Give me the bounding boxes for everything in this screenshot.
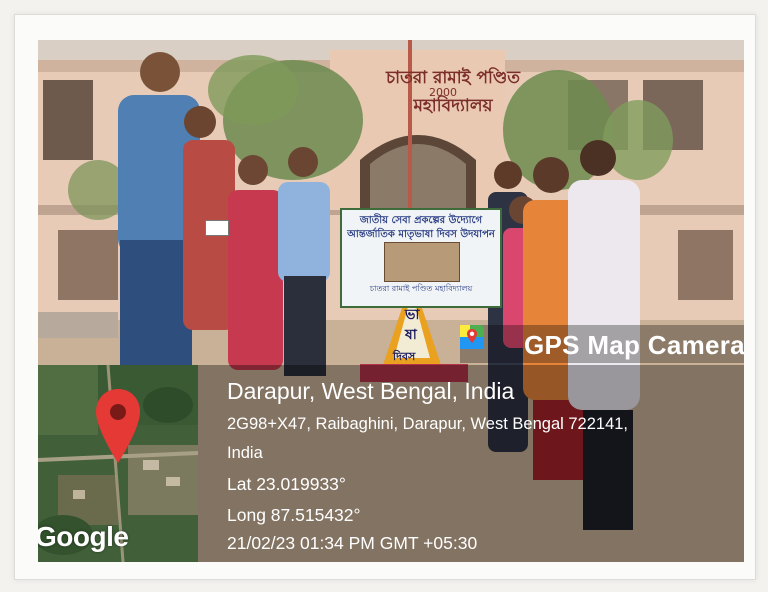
location-title: Darapur, West Bengal, India — [227, 378, 515, 404]
longitude-text: Long 87.515432° — [227, 505, 361, 525]
building-year-text: 2000 — [429, 86, 457, 99]
photo: চাতরা রামাই পণ্ডিত মহাবিদ্যালয় 2000 জাত… — [38, 40, 744, 562]
banner-picture — [384, 242, 460, 282]
app-badge-label: GPS Map Camera — [524, 330, 744, 360]
address-line-1: 2G98+X47, Raibaghini, Darapur, West Beng… — [227, 415, 629, 433]
google-logo: Google — [38, 521, 129, 552]
map-pin-icon — [460, 325, 484, 349]
banner-footer: চাতরা রামাই পণ্ডিত মহাবিদ্যালয় — [369, 284, 473, 293]
location-info-panel: Darapur, West Bengal, India 2G98+X47, Ra… — [198, 365, 744, 562]
datetime-text: 21/02/23 01:34 PM GMT +05:30 — [227, 533, 478, 553]
latitude-text: Lat 23.019933° — [227, 474, 346, 494]
map-thumbnail: Google — [38, 365, 198, 562]
address-line-2: India — [227, 444, 263, 462]
gps-map-camera-badge: GPS Map Camera — [460, 325, 744, 363]
altar-letter-2: ষা — [405, 327, 417, 343]
location-marker-icon — [96, 389, 140, 463]
event-banner: জাতীয় সেবা প্রকল্পের উদ্যোগে আন্তর্জাতি… — [340, 208, 502, 308]
id-card — [205, 220, 229, 236]
